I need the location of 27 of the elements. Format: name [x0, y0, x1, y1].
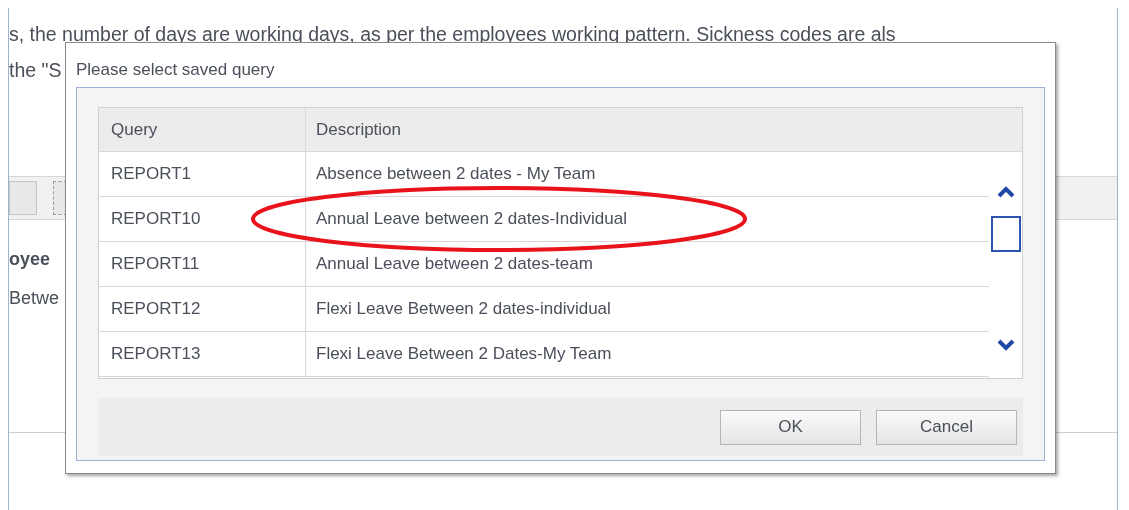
scroll-down-icon[interactable] — [997, 339, 1015, 351]
field-label: Betwe — [9, 287, 60, 310]
table-cell-text: Flexi Leave Between 2 dates-individual — [315, 298, 612, 321]
cancel-button[interactable]: Cancel — [876, 409, 1017, 445]
table-cell: REPORT13 — [99, 332, 306, 376]
table-cell-text: Flexi Leave Between 2 Dates-My Team — [315, 343, 613, 366]
table-row[interactable]: REPORT1 Absence between 2 dates - My Team — [99, 152, 989, 197]
field-label: oyee — [9, 248, 51, 271]
table-cell-text: Absence between 2 dates - My Team — [315, 163, 597, 186]
table-cell-text: Annual Leave between 2 dates-Individual — [315, 208, 628, 231]
table-row[interactable]: REPORT12 Flexi Leave Between 2 dates-individual — [99, 287, 989, 332]
table-cell: REPORT10 — [99, 197, 306, 241]
table-cell-text: Annual Leave between 2 dates-team — [315, 253, 594, 276]
body-text: the "S — [9, 58, 62, 83]
table-cell: REPORT12 — [99, 287, 306, 331]
table-row[interactable]: REPORT11 Annual Leave between 2 dates-team — [99, 242, 989, 287]
dialog-title: Please select saved query — [76, 59, 275, 81]
table-cell: REPORT1 — [99, 152, 306, 196]
scroll-up-icon[interactable] — [997, 186, 1015, 198]
table-cell: REPORT11 — [99, 242, 306, 286]
scrollbar-thumb[interactable] — [991, 216, 1021, 252]
ok-button[interactable]: OK — [720, 409, 861, 445]
table-row[interactable]: REPORT10 Annual Leave between 2 dates-Individual — [99, 197, 989, 242]
column-header[interactable]: Query — [99, 108, 306, 151]
column-header[interactable]: Description — [306, 108, 1022, 151]
table-row[interactable]: REPORT13 Flexi Leave Between 2 Dates-My Team — [99, 332, 989, 377]
body-text: s, the number of days are working days, as per the employees working pattern. Sickness codes are als — [9, 22, 896, 47]
